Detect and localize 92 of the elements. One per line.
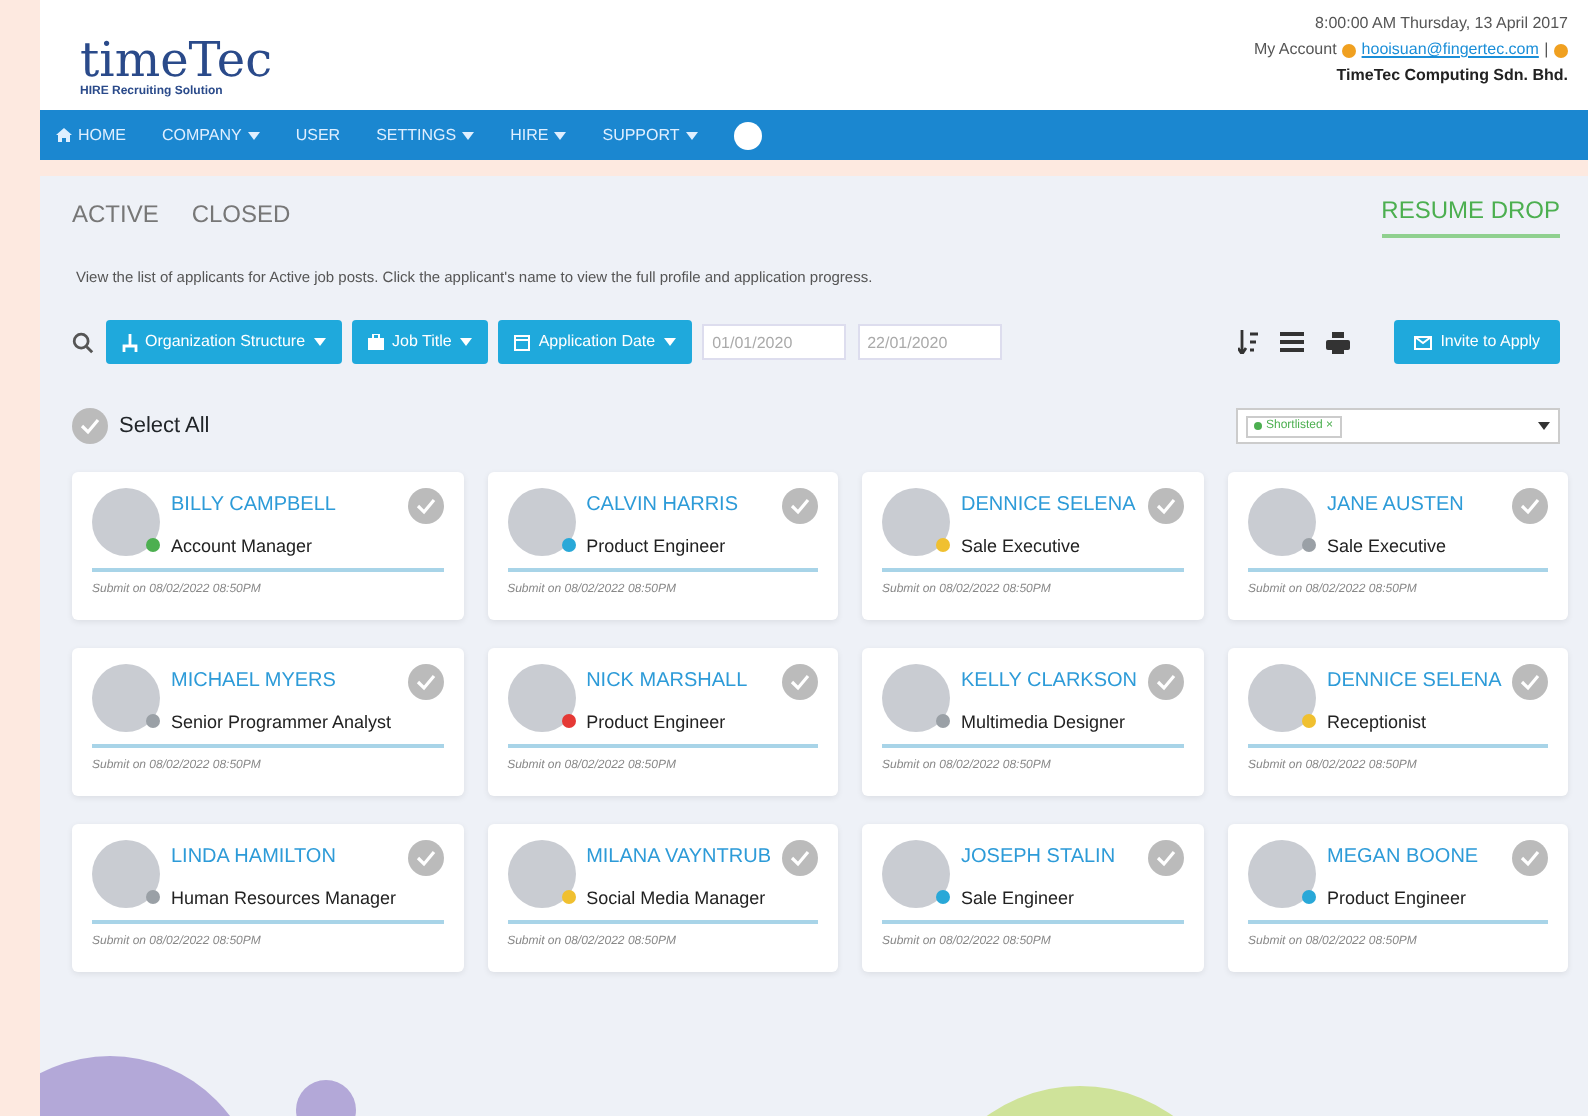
check-circle-icon[interactable] (1148, 664, 1185, 701)
job-title: Receptionist (1327, 709, 1429, 736)
check-circle-icon[interactable] (1148, 488, 1185, 525)
job-title: Senior Programmer Analyst (171, 709, 394, 736)
applicant-name-link[interactable]: KELLY CLARKSON (961, 670, 1138, 693)
applicant-name-link[interactable]: DENNICE SELENA (961, 494, 1136, 517)
applicant-name-link[interactable]: BILLY CAMPBELL (171, 494, 336, 517)
avatar-placeholder (507, 488, 576, 557)
avatar-placeholder (507, 840, 576, 909)
caret-icon (313, 338, 326, 347)
job-title: Multimedia Designer (961, 709, 1128, 736)
tab[interactable]: RESUME DROP (1381, 192, 1560, 238)
job-title: Account Manager (171, 533, 315, 560)
company-name: TimeTec Computing Sdn. Bhd. (1334, 63, 1568, 88)
nav-link[interactable]: SUPPORT (602, 123, 698, 147)
applicant-name-link[interactable]: MEGAN BOONE (1327, 846, 1479, 869)
calendar-icon (514, 333, 531, 352)
applicant-name-link[interactable]: DENNICE SELENA (1327, 670, 1502, 693)
sitemap-icon (121, 333, 137, 352)
avatar-placeholder (1248, 488, 1317, 557)
job-title: Product Engineer (586, 709, 728, 736)
check-circle-icon[interactable] (782, 488, 818, 525)
nav-link[interactable]: HOME (56, 123, 126, 147)
caret-icon (1538, 422, 1550, 431)
job-title: Sale Executive (961, 533, 1083, 560)
envelope-icon (1414, 335, 1433, 350)
date-time: 8:00:00 AM Thursday, 13 April 2017 (1313, 12, 1568, 36)
avatar-placeholder (92, 840, 160, 909)
check-circle-icon[interactable] (782, 664, 818, 701)
avatar-placeholder (1248, 664, 1317, 733)
email-link[interactable]: hooisuan@fingertec.com (1361, 37, 1539, 64)
applicant-name-link[interactable]: MILANA VAYNTRUB (586, 846, 771, 869)
avatar-placeholder (1248, 840, 1317, 909)
filter-dropdown[interactable]: Application Date (498, 320, 692, 365)
select-all-label: Select All (119, 412, 210, 442)
avatar-placeholder (882, 488, 950, 557)
check-circle-icon[interactable] (407, 664, 444, 701)
status-icon (1554, 43, 1568, 58)
tab[interactable]: CLOSED (191, 196, 291, 238)
account-label: My Account (1253, 37, 1337, 62)
check-circle-icon[interactable] (407, 488, 444, 525)
check-circle-icon[interactable] (1148, 840, 1185, 877)
check-circle-icon[interactable] (72, 408, 108, 445)
nav-link[interactable]: COMPANY (162, 123, 260, 147)
job-title: Sale Engineer (961, 885, 1077, 912)
logo-text: timeTec (80, 36, 273, 84)
print-icon[interactable] (1326, 331, 1351, 354)
avatar-placeholder (92, 664, 160, 733)
check-circle-icon[interactable] (1512, 664, 1549, 701)
check-circle-icon[interactable] (1512, 488, 1549, 525)
caret-icon (462, 131, 475, 139)
caret-icon (459, 338, 472, 347)
avatar-placeholder (92, 488, 160, 557)
avatar-placeholder (507, 664, 576, 733)
filter-dropdown[interactable]: Job Title (352, 320, 488, 365)
filter-dropdown[interactable]: Organization Structure (105, 320, 342, 365)
applicant-name-link[interactable]: MICHAEL MYERS (171, 670, 336, 693)
check-circle-icon[interactable] (1512, 840, 1549, 877)
date-field[interactable]: 22/01/2020 (857, 324, 1002, 361)
nav-link[interactable]: HIRE (510, 123, 567, 147)
nav-link[interactable]: USER (295, 123, 341, 147)
date-field[interactable]: 01/01/2020 (702, 324, 847, 361)
dot-icon (1254, 422, 1262, 431)
applicant-name-link[interactable]: NICK MARSHALL (586, 670, 748, 693)
support-icon[interactable] (733, 121, 762, 149)
avatar-placeholder (882, 664, 950, 733)
applicant-name-link[interactable]: LINDA HAMILTON (171, 846, 336, 869)
search-icon[interactable] (72, 331, 94, 354)
job-title: Product Engineer (586, 533, 728, 560)
list-icon[interactable] (1280, 332, 1305, 353)
applicant-name-link[interactable]: JOSEPH STALIN (961, 846, 1116, 869)
job-title: Product Engineer (1327, 885, 1469, 912)
check-circle-icon[interactable] (407, 840, 444, 877)
caret-icon (685, 131, 698, 139)
separator-text: | (1544, 37, 1549, 62)
job-title: Human Resources Manager (171, 885, 397, 912)
caret-icon (663, 338, 676, 347)
briefcase-icon (368, 333, 385, 352)
job-title: Social Media Manager (586, 885, 768, 912)
caret-icon (554, 131, 567, 139)
job-title: Sale Executive (1327, 533, 1449, 560)
nav-link[interactable]: SETTINGS (376, 123, 475, 147)
caret-icon (247, 131, 260, 139)
applicant-name-link[interactable]: JANE AUSTEN (1327, 494, 1464, 517)
invite-button[interactable]: Invite to Apply (1394, 320, 1560, 365)
tab[interactable]: ACTIVE (72, 196, 159, 238)
check-circle-icon[interactable] (782, 840, 818, 877)
sort-icon[interactable] (1238, 330, 1259, 355)
home-icon (56, 128, 72, 142)
applicant-name-link[interactable]: CALVIN HARRIS (586, 494, 739, 517)
avatar-placeholder (882, 840, 950, 909)
account-icon (1342, 43, 1357, 58)
